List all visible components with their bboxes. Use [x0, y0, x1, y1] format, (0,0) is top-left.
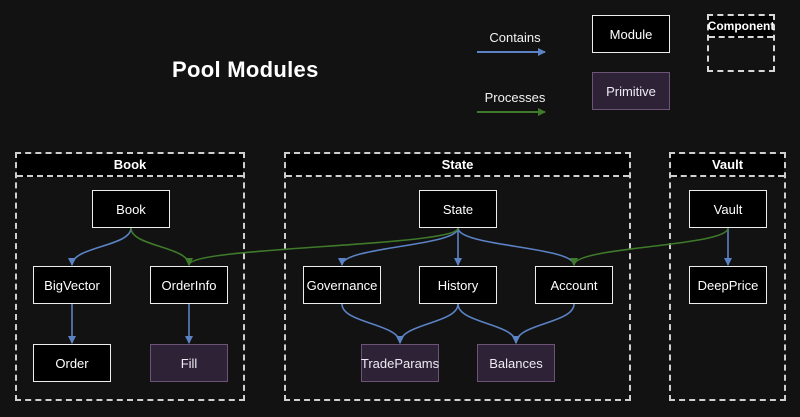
- node-account: Account: [535, 266, 613, 304]
- node-balances: Balances: [477, 344, 555, 382]
- legend-processes-label: Processes: [476, 90, 554, 105]
- legend-component-box: Component: [707, 14, 775, 72]
- legend-component-title: Component: [709, 16, 773, 38]
- legend-contains-label: Contains: [476, 30, 554, 45]
- node-bigvector: BigVector: [33, 266, 111, 304]
- pool-modules-diagram: Pool Modules Contains Processes Module P…: [0, 0, 800, 417]
- node-history: History: [419, 266, 497, 304]
- node-orderinfo: OrderInfo: [150, 266, 228, 304]
- node-vault: Vault: [689, 190, 767, 228]
- container-state-title: State: [286, 154, 629, 177]
- node-order: Order: [33, 344, 111, 382]
- container-book-title: Book: [17, 154, 243, 177]
- node-fill: Fill: [150, 344, 228, 382]
- node-state: State: [419, 190, 497, 228]
- node-deepprice: DeepPrice: [689, 266, 767, 304]
- node-book: Book: [92, 190, 170, 228]
- legend-module-box: Module: [592, 15, 670, 53]
- container-vault-title: Vault: [671, 154, 784, 177]
- legend-primitive-box: Primitive: [592, 72, 670, 110]
- page-title: Pool Modules: [172, 57, 319, 83]
- node-tradeparams: TradeParams: [361, 344, 439, 382]
- node-governance: Governance: [303, 266, 381, 304]
